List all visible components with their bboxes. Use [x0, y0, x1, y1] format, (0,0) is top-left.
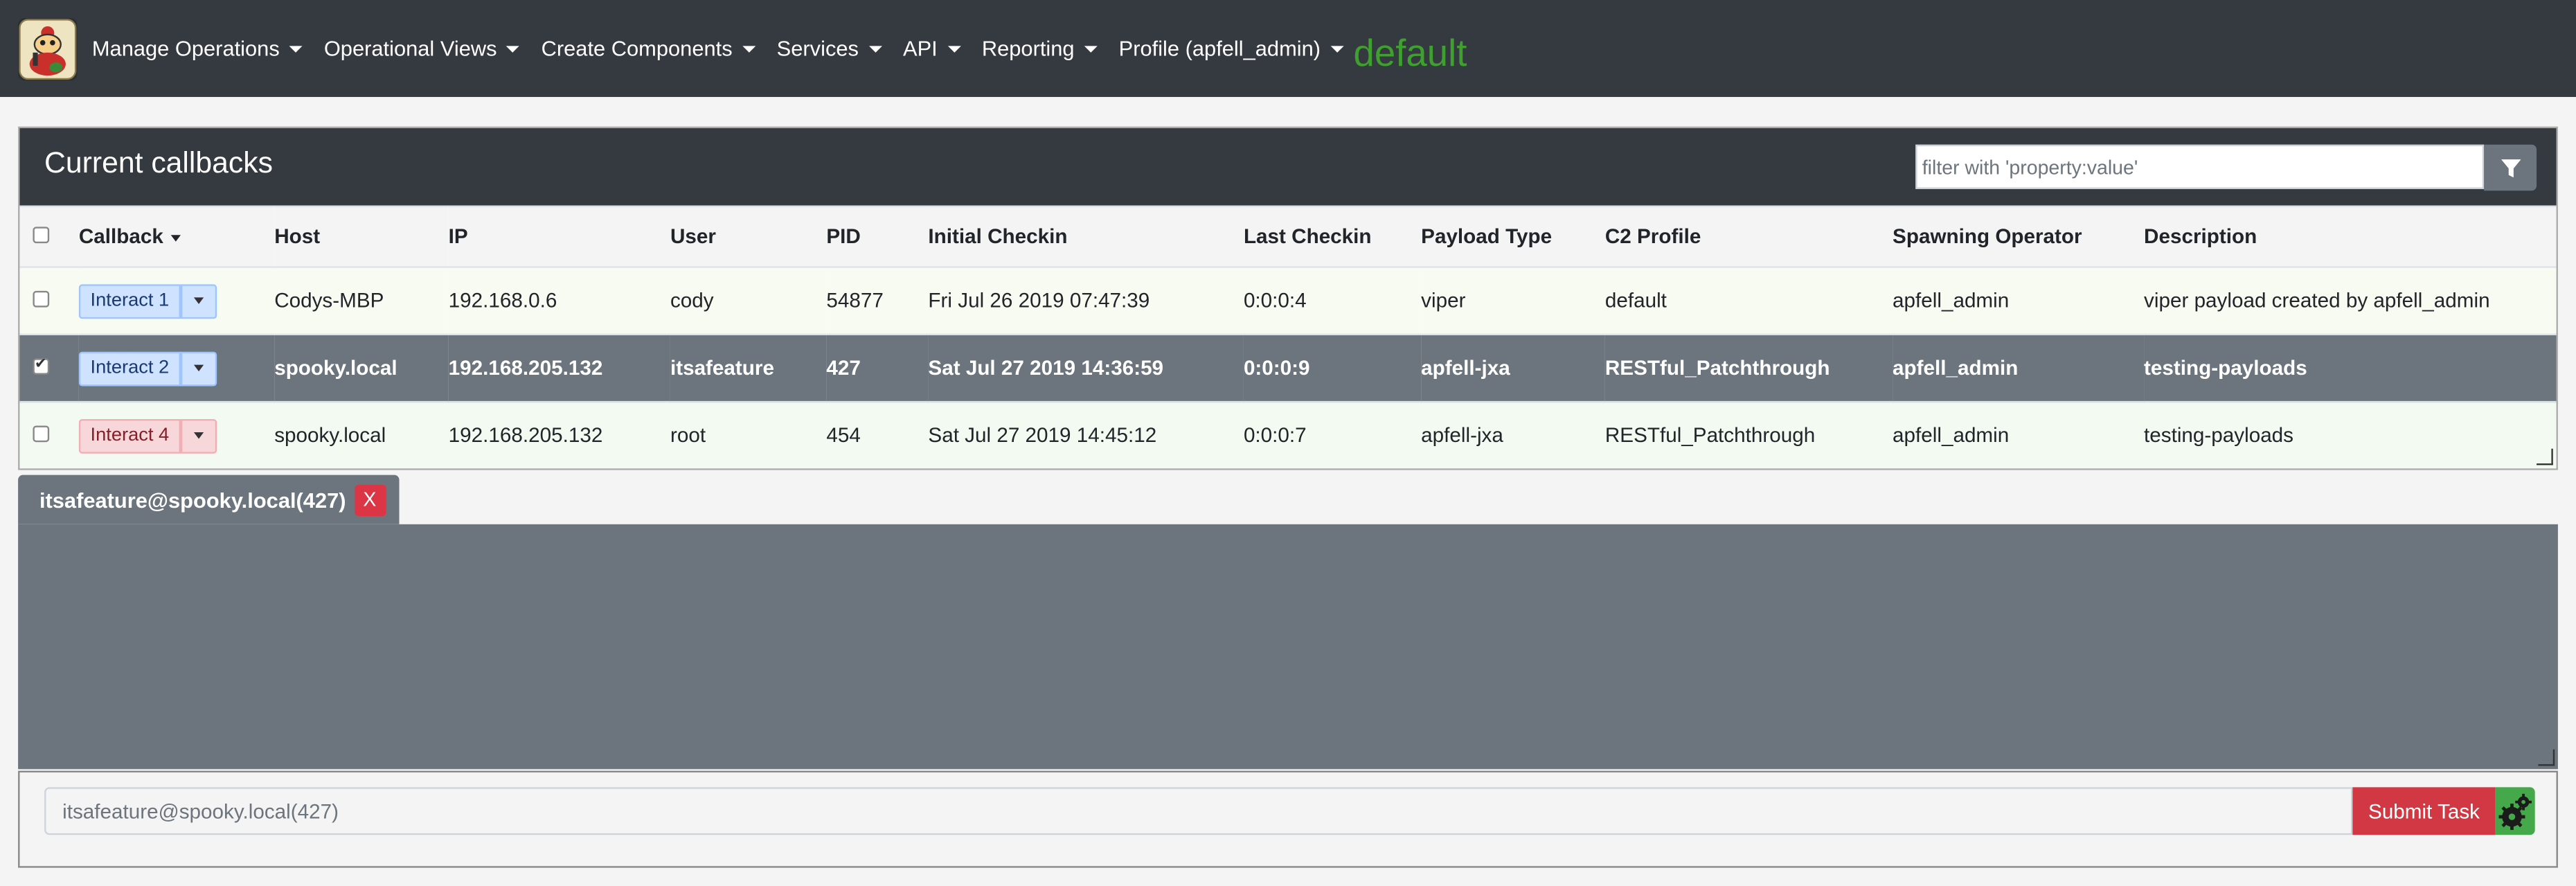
cell-user: root [670, 402, 827, 469]
cell-ip: 192.168.205.132 [448, 334, 670, 402]
top-navbar: Manage Operations Operational Views Crea… [0, 0, 2576, 97]
sort-desc-icon [171, 234, 181, 242]
cell-ip: 192.168.205.132 [448, 402, 670, 469]
close-tab-button[interactable]: X [354, 484, 386, 515]
interact-button-group: Interact 2 [78, 351, 217, 386]
apfell-logo-icon[interactable] [18, 17, 78, 80]
chevron-down-icon [193, 364, 204, 372]
column-header-user[interactable]: User [670, 206, 827, 267]
cell-user: cody [670, 267, 827, 335]
gears-icon [2498, 792, 2532, 829]
column-header-callback[interactable]: Callback [78, 206, 275, 267]
filter-input[interactable] [1915, 144, 2485, 189]
page-title: Current callbacks [44, 146, 273, 179]
nav-manage-operations[interactable]: Manage Operations [92, 36, 303, 61]
cell-initial-checkin: Sat Jul 27 2019 14:36:59 [928, 334, 1244, 402]
task-output-area [18, 524, 2558, 770]
cell-host: spooky.local [274, 334, 449, 402]
interact-button-group: Interact 4 [78, 418, 217, 453]
interact-dropdown-toggle[interactable] [180, 283, 217, 319]
cell-host: spooky.local [274, 402, 449, 469]
cell-ip: 192.168.0.6 [448, 267, 670, 335]
interact-button[interactable]: Interact 1 [78, 283, 181, 319]
filter-button[interactable] [2484, 144, 2537, 191]
cell-c2-profile: RESTful_Patchthrough [1604, 334, 1893, 402]
select-all-cell[interactable] [19, 206, 79, 267]
interact-button-group: Interact 1 [78, 283, 217, 319]
row-checkbox[interactable] [33, 425, 50, 443]
table-row[interactable]: Interact 1 Codys-MBP 192.168.0.6 cody 54… [19, 267, 2557, 335]
cell-c2-profile: RESTful_Patchthrough [1604, 402, 1893, 469]
column-header-host[interactable]: Host [274, 206, 449, 267]
callbacks-header: Current callbacks [19, 128, 2557, 206]
cell-payload-type: apfell-jxa [1421, 334, 1605, 402]
nav-profile[interactable]: Profile (apfell_admin) [1119, 36, 1344, 61]
cell-initial-checkin: Sat Jul 27 2019 14:45:12 [928, 402, 1244, 469]
column-header-c2-profile[interactable]: C2 Profile [1604, 206, 1893, 267]
column-header-payload-type[interactable]: Payload Type [1421, 206, 1605, 267]
cell-description: testing-payloads [2144, 402, 2557, 469]
tab-callback[interactable]: itsafeature@spooky.local(427) X [18, 475, 400, 524]
chevron-down-icon [506, 45, 520, 52]
console-resize-handle[interactable] [2538, 749, 2555, 766]
chevron-down-icon [1330, 45, 1344, 52]
column-header-description[interactable]: Description [2144, 206, 2557, 267]
cell-description: viper payload created by apfell_admin [2144, 267, 2557, 335]
column-header-pid[interactable]: PID [826, 206, 929, 267]
cell-payload-type: viper [1421, 267, 1605, 335]
chevron-down-icon [289, 45, 303, 52]
select-all-checkbox[interactable] [33, 227, 50, 244]
interact-button[interactable]: Interact 2 [78, 351, 181, 386]
interact-dropdown-toggle[interactable] [180, 351, 217, 386]
cell-spawning-operator: apfell_admin [1893, 334, 2145, 402]
cell-spawning-operator: apfell_admin [1893, 267, 2145, 335]
column-header-spawning-operator[interactable]: Spawning Operator [1893, 206, 2145, 267]
row-checkbox[interactable] [33, 290, 50, 308]
chevron-down-icon [193, 432, 204, 439]
cell-user: itsafeature [670, 334, 827, 402]
nav-services[interactable]: Services [777, 36, 882, 61]
nav-create-components[interactable]: Create Components [542, 36, 755, 61]
command-bar: Submit Task [18, 770, 2558, 868]
callbacks-table: Callback Host IP User PID Initial Checki… [19, 206, 2557, 469]
cell-last-checkin: 0:0:0:9 [1243, 334, 1422, 402]
cell-spawning-operator: apfell_admin [1893, 402, 2145, 469]
chevron-down-icon [947, 45, 960, 52]
cell-initial-checkin: Fri Jul 26 2019 07:47:39 [928, 267, 1244, 335]
chevron-down-icon [1084, 45, 1098, 52]
current-operation-label: default [1353, 31, 1467, 74]
cell-last-checkin: 0:0:0:7 [1243, 402, 1422, 469]
tab-label: itsafeature@spooky.local(427) [39, 487, 346, 513]
interact-button[interactable]: Interact 4 [78, 418, 181, 453]
interact-dropdown-toggle[interactable] [180, 418, 217, 453]
cell-pid: 54877 [826, 267, 929, 335]
cell-pid: 427 [826, 334, 929, 402]
task-command-input[interactable] [44, 787, 2353, 835]
chevron-down-icon [742, 45, 755, 52]
cell-payload-type: apfell-jxa [1421, 402, 1605, 469]
callbacks-panel: Current callbacks Callback Host IP [18, 126, 2558, 470]
panel-resize-handle[interactable] [2537, 448, 2553, 466]
column-header-last-checkin[interactable]: Last Checkin [1243, 206, 1422, 267]
row-checkbox-checked[interactable] [33, 355, 50, 375]
cell-host: Codys-MBP [274, 267, 449, 335]
nav-reporting[interactable]: Reporting [982, 36, 1098, 61]
cell-pid: 454 [826, 402, 929, 469]
nav-operational-views[interactable]: Operational Views [324, 36, 520, 61]
cell-last-checkin: 0:0:0:4 [1243, 267, 1422, 335]
table-row[interactable]: Interact 4 spooky.local 192.168.205.132 … [19, 402, 2557, 469]
cell-description: testing-payloads [2144, 334, 2557, 402]
task-parameters-button[interactable] [2495, 787, 2535, 835]
nav-api[interactable]: API [903, 36, 960, 61]
filter-icon [2500, 158, 2521, 177]
chevron-down-icon [868, 45, 882, 52]
table-row-selected[interactable]: Interact 2 spooky.local 192.168.205.132 … [19, 334, 2557, 402]
table-header-row: Callback Host IP User PID Initial Checki… [19, 206, 2557, 267]
submit-task-button[interactable]: Submit Task [2352, 787, 2496, 835]
column-header-ip[interactable]: IP [448, 206, 670, 267]
cell-c2-profile: default [1604, 267, 1893, 335]
column-header-initial-checkin[interactable]: Initial Checkin [928, 206, 1244, 267]
chevron-down-icon [193, 297, 204, 304]
